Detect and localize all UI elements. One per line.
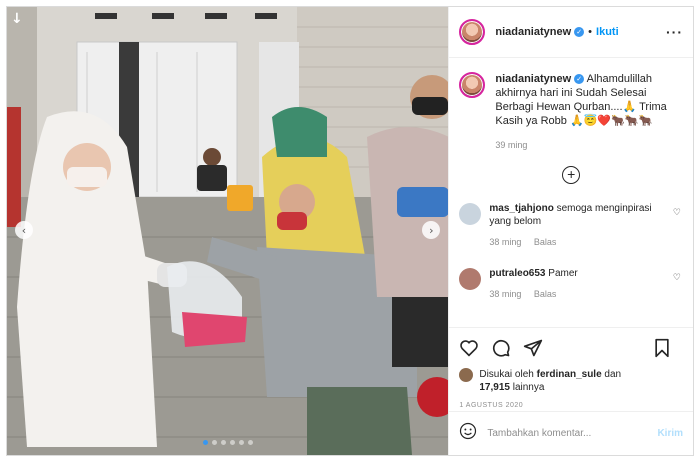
- post-actions: Disukai oleh ferdinan_sule dan 17,915 la…: [449, 327, 693, 411]
- verified-icon: ✓: [574, 27, 585, 37]
- post-sidebar: niadaniatynew ✓ • Ikuti ··· niadaniatyne…: [448, 7, 693, 455]
- reply-button[interactable]: Balas: [534, 289, 557, 299]
- comment-body: mas_tjahjono semoga menginpirasi yang be…: [489, 202, 657, 249]
- post-header: niadaniatynew ✓ • Ikuti ···: [449, 7, 693, 58]
- caption-time: 39 ming: [495, 140, 528, 150]
- previous-photo-button[interactable]: ‹: [15, 221, 33, 239]
- likes-summary: Disukai oleh ferdinan_sule dan 17,915 la…: [459, 368, 683, 394]
- carousel-dot: [211, 440, 217, 445]
- comment-like-icon[interactable]: ♡: [673, 208, 681, 218]
- verified-icon: ✓: [574, 74, 585, 85]
- likes-suffix: lainnya: [509, 382, 545, 393]
- likes-middle: dan: [601, 369, 622, 380]
- post-comment-button[interactable]: Kirim: [657, 428, 683, 439]
- follow-button[interactable]: Ikuti: [596, 26, 619, 38]
- add-comment-bar: Kirim: [449, 411, 693, 455]
- more-options-icon[interactable]: ···: [666, 24, 683, 40]
- likes-text[interactable]: Disukai oleh ferdinan_sule dan 17,915 la…: [479, 368, 621, 394]
- separator: •: [588, 26, 593, 38]
- caption-username[interactable]: niadaniatynew: [495, 73, 571, 85]
- action-icons: [459, 336, 683, 360]
- comment-text: Pamer: [545, 268, 578, 279]
- comment-time: 38 ming: [489, 289, 522, 299]
- emoji-icon[interactable]: [459, 422, 477, 445]
- comment-body: putraleo653 Pamer 38 ming Balas: [489, 267, 657, 301]
- caption-body: niadaniatynew ✓ Alhamdulillah akhirnya ha…: [495, 72, 675, 152]
- comment-meta: 38 ming Balas: [489, 236, 657, 249]
- heart-icon[interactable]: [459, 339, 479, 357]
- comment-input[interactable]: [487, 428, 658, 439]
- bookmark-icon[interactable]: [653, 338, 671, 358]
- share-icon[interactable]: [523, 338, 543, 358]
- liker-avatar[interactable]: [459, 368, 474, 382]
- comment-time: 38 ming: [489, 237, 522, 247]
- likes-prefix: Disukai oleh: [479, 369, 537, 380]
- likes-count[interactable]: 17,915: [479, 382, 510, 393]
- download-icon[interactable]: ↓: [11, 11, 23, 27]
- liker-username[interactable]: ferdinan_sule: [537, 369, 602, 380]
- carousel-dot: [229, 440, 235, 445]
- commenter-avatar[interactable]: [459, 268, 482, 290]
- comment-item: mas_tjahjono semoga menginpirasi yang be…: [459, 202, 683, 249]
- comment-icon[interactable]: [491, 338, 511, 358]
- carousel-dot: [202, 440, 208, 445]
- load-more-comments-button[interactable]: +: [562, 166, 581, 184]
- author-avatar[interactable]: [459, 19, 486, 45]
- comment-like-icon[interactable]: ♡: [673, 273, 681, 283]
- carousel-dot: [220, 440, 226, 445]
- commenter-avatar[interactable]: [459, 203, 482, 225]
- comment-meta: 38 ming Balas: [489, 288, 657, 301]
- comment-username[interactable]: mas_tjahjono: [489, 203, 553, 214]
- photo-scene: [7, 7, 449, 455]
- author-username[interactable]: niadaniatynew: [495, 26, 571, 38]
- carousel-dot: [247, 440, 253, 445]
- post-photo[interactable]: ↓ ‹ ›: [7, 7, 449, 455]
- post-modal: ↓ ‹ › niadaniatynew ✓ • Ikuti ··· niadan…: [6, 6, 694, 456]
- comment-username[interactable]: putraleo653: [489, 268, 545, 279]
- post-date: 1 AGUSTUS 2020: [459, 402, 524, 409]
- carousel-dot: [238, 440, 244, 445]
- author-avatar[interactable]: [459, 72, 486, 98]
- reply-button[interactable]: Balas: [534, 237, 557, 247]
- carousel-dots: [202, 440, 253, 445]
- caption: niadaniatynew ✓ Alhamdulillah akhirnya ha…: [459, 72, 683, 152]
- comment-item: putraleo653 Pamer 38 ming Balas ♡: [459, 267, 683, 301]
- comments-list[interactable]: niadaniatynew ✓ Alhamdulillah akhirnya ha…: [449, 58, 693, 327]
